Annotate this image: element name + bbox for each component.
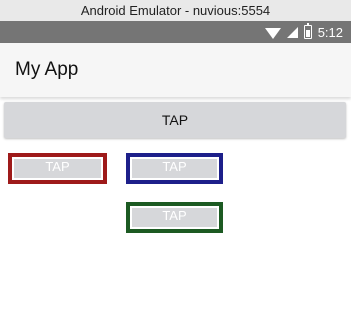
- tap-button-label-blue: TAP: [132, 159, 217, 178]
- app-title: My App: [15, 59, 79, 80]
- wifi-icon: [264, 28, 281, 39]
- signal-icon: [286, 26, 298, 38]
- battery-icon: [303, 23, 312, 39]
- green-framed-tap-button[interactable]: TAP: [126, 202, 223, 233]
- tap-button-full-width[interactable]: TAP: [4, 102, 346, 138]
- tap-button-label-green: TAP: [132, 208, 217, 227]
- status-time: 5:12: [317, 24, 343, 40]
- tap-button-label-red: TAP: [14, 159, 101, 178]
- status-bar: 5:12: [0, 21, 351, 43]
- status-icons: 5:12: [264, 23, 343, 41]
- emulator-window-title: Android Emulator - nuvious:5554: [0, 0, 351, 22]
- red-framed-tap-button[interactable]: TAP: [8, 153, 107, 184]
- blue-framed-tap-button[interactable]: TAP: [126, 153, 223, 184]
- app-bar: My App: [0, 43, 351, 97]
